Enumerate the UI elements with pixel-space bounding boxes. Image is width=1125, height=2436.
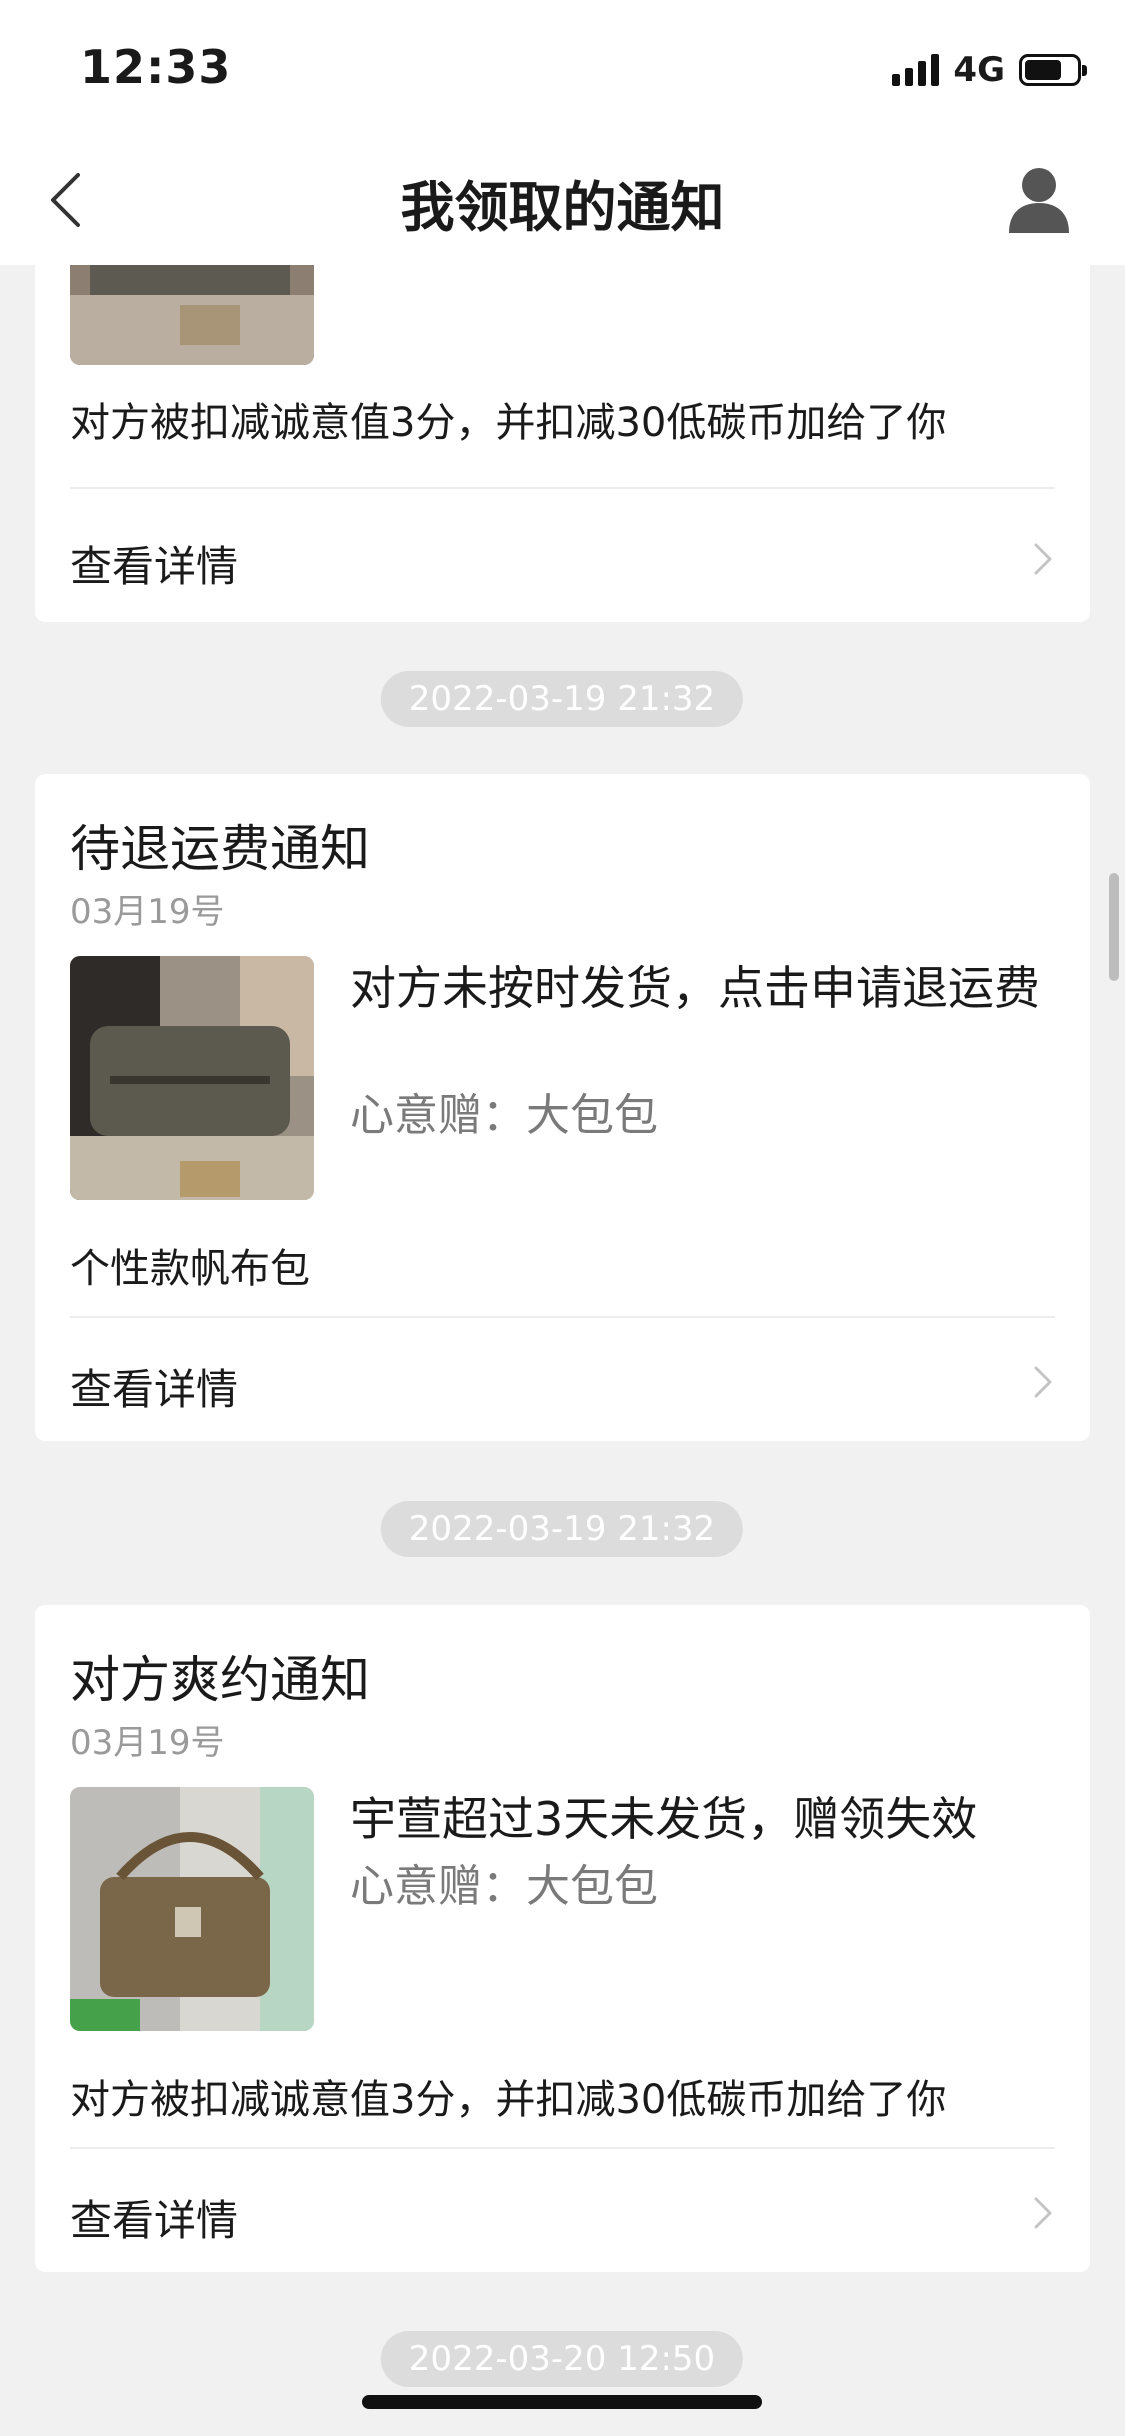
card-message: 对方未按时发货，点击申请退运费 bbox=[350, 961, 1040, 1015]
battery-icon bbox=[1019, 54, 1087, 86]
card-note: 对方被扣减诚意值3分，并扣减30低碳币加给了你 bbox=[70, 400, 947, 446]
view-details-button[interactable]: 查看详情 bbox=[35, 1318, 1090, 1443]
notification-card: 对方被扣减诚意值3分，并扣减30低碳币加给了你 查看详情 bbox=[35, 265, 1090, 622]
view-details-label: 查看详情 bbox=[70, 2196, 239, 2245]
page-title: 我领取的通知 bbox=[400, 176, 725, 239]
card-gift: 心意赠：大包包 bbox=[350, 1090, 658, 1141]
card-note: 个性款帆布包 bbox=[70, 1246, 310, 1292]
status-bar: 12:33 4G bbox=[0, 0, 1125, 135]
timestamp-pill: 2022-03-19 21:32 bbox=[380, 1501, 744, 1557]
product-thumbnail[interactable] bbox=[70, 1787, 314, 2031]
view-details-button[interactable]: 查看详情 bbox=[35, 495, 1090, 620]
bag-photo-image bbox=[70, 265, 314, 365]
card-date: 03月19号 bbox=[70, 1723, 225, 1763]
chevron-right-icon bbox=[1034, 543, 1052, 575]
network-label: 4G bbox=[953, 50, 1005, 90]
card-note: 对方被扣减诚意值3分，并扣减30低碳币加给了你 bbox=[70, 2077, 947, 2123]
notification-card: 待退运费通知 03月19号 对方未按时发货，点击申请退运费 心意赠：大包包 个性… bbox=[35, 774, 1090, 1441]
home-indicator[interactable] bbox=[362, 2395, 762, 2409]
status-icons: 4G bbox=[892, 50, 1087, 90]
timestamp-pill: 2022-03-20 12:50 bbox=[380, 2331, 744, 2387]
view-details-label: 查看详情 bbox=[70, 542, 239, 591]
scrollbar[interactable] bbox=[1109, 873, 1119, 981]
notification-card: 对方爽约通知 03月19号 宇萱超过3天未发货，赠领失效 心意赠：大包包 对方被… bbox=[35, 1605, 1090, 2272]
product-thumbnail[interactable] bbox=[70, 265, 314, 365]
screen: 12:33 4G 我领取的通知 对方被扣减诚意值3分，并扣减30低碳币加给了你 … bbox=[0, 0, 1125, 2436]
bag-photo-image bbox=[70, 956, 314, 1200]
card-gift: 心意赠：大包包 bbox=[350, 1861, 658, 1912]
status-time: 12:33 bbox=[80, 40, 232, 94]
nav-bar: 我领取的通知 bbox=[0, 135, 1125, 265]
notification-list[interactable]: 对方被扣减诚意值3分，并扣减30低碳币加给了你 查看详情 2022-03-19 … bbox=[0, 265, 1125, 2436]
card-date: 03月19号 bbox=[70, 892, 225, 932]
signal-icon bbox=[892, 54, 940, 86]
chevron-right-icon bbox=[1034, 1366, 1052, 1398]
view-details-button[interactable]: 查看详情 bbox=[35, 2149, 1090, 2274]
profile-button[interactable] bbox=[1003, 163, 1075, 235]
chevron-right-icon bbox=[1034, 2197, 1052, 2229]
card-message: 宇萱超过3天未发货，赠领失效 bbox=[350, 1792, 978, 1846]
divider bbox=[70, 487, 1055, 489]
view-details-label: 查看详情 bbox=[70, 1365, 239, 1414]
bag-photo-image bbox=[70, 1787, 314, 2031]
card-title: 对方爽约通知 bbox=[70, 1651, 370, 1709]
user-avatar-icon bbox=[1009, 168, 1069, 233]
timestamp-pill: 2022-03-19 21:32 bbox=[380, 671, 744, 727]
card-title: 待退运费通知 bbox=[70, 820, 370, 878]
product-thumbnail[interactable] bbox=[70, 956, 314, 1200]
